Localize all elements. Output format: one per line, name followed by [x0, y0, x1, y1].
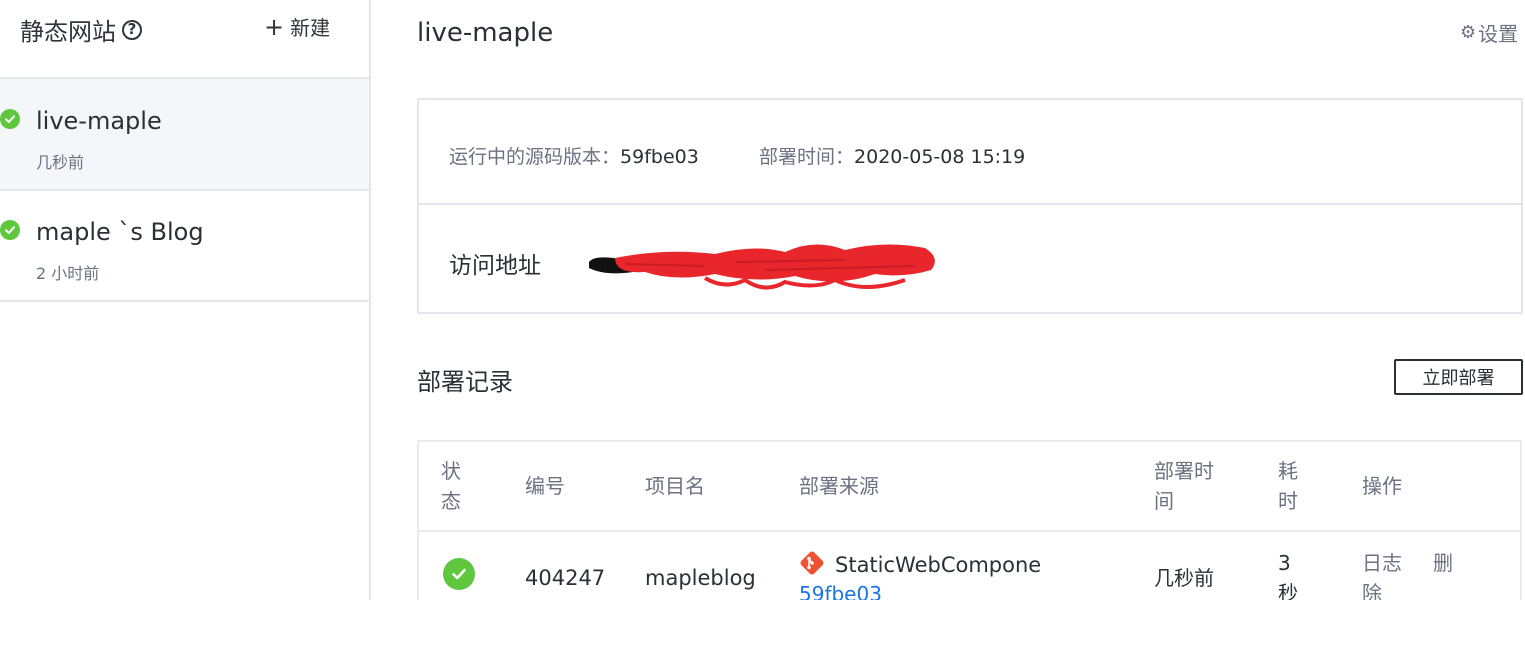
source-version-value: 59fbe03 [620, 146, 699, 168]
row-log-link[interactable]: 日志 [1362, 548, 1402, 578]
row-source-name: StaticWebCompone [835, 553, 1042, 577]
access-address-redacted [589, 244, 935, 290]
sidebar-title-text: 静态网站 [20, 18, 116, 46]
row-id: 404247 [525, 566, 606, 590]
site-time: 2 小时前 [36, 264, 100, 283]
deploy-time-value: 2020-05-08 15:19 [854, 146, 1026, 168]
header-id: 编号 [525, 474, 565, 498]
help-icon[interactable]: ? [122, 19, 142, 40]
sidebar-header: 静态网站 ? + 新建 [0, 0, 369, 79]
settings-button[interactable]: ⚙ 设置 [1460, 18, 1518, 47]
check-icon [0, 109, 20, 129]
site-info-panel: 运行中的源码版本：59fbe03 部署时间：2020-05-08 15:19 访… [417, 98, 1523, 314]
source-version-label: 运行中的源码版本： [449, 146, 621, 168]
gear-icon: ⚙ [1460, 22, 1477, 43]
sidebar-title: 静态网站 ? [20, 12, 142, 47]
header-time-line1: 部署时 [1154, 459, 1214, 483]
status-success-icon [443, 558, 475, 590]
row-duration-value: 3 [1278, 551, 1291, 575]
sidebar: 静态网站 ? + 新建 live-maple 几秒前 maple `s Blog… [0, 0, 371, 600]
row-delete-link[interactable]: 删 [1433, 548, 1453, 578]
header-status-line1: 状 [441, 459, 461, 483]
deploy-now-button[interactable]: 立即部署 [1394, 359, 1523, 395]
header-duration: 耗 时 [1278, 456, 1298, 516]
settings-label: 设置 [1478, 22, 1519, 46]
header-actions: 操作 [1362, 474, 1402, 498]
plus-icon: + [264, 12, 285, 41]
version-row: 运行中的源码版本：59fbe03 部署时间：2020-05-08 15:19 [419, 100, 1521, 205]
header-status: 状 态 [441, 456, 461, 516]
site-time: 几秒前 [36, 153, 85, 172]
source-version: 运行中的源码版本：59fbe03 [449, 142, 699, 169]
site-item-live-maple[interactable]: live-maple 几秒前 [0, 79, 369, 191]
site-item-maple-blog[interactable]: maple `s Blog 2 小时前 [0, 190, 369, 302]
header-source: 部署来源 [799, 474, 879, 498]
row-duration-unit: 秒 [1278, 581, 1298, 600]
page-title: live-maple [417, 18, 554, 48]
row-project: mapleblog [645, 566, 756, 590]
header-deploy-time: 部署时 间 [1154, 456, 1214, 516]
row-deploy-time: 几秒前 [1154, 566, 1214, 590]
deploy-time-info: 部署时间：2020-05-08 15:19 [759, 142, 1025, 169]
row-duration: 3 秒 [1278, 548, 1298, 600]
header-duration-line1: 耗 [1278, 459, 1298, 483]
deploy-history-title: 部署记录 [417, 368, 513, 396]
row-delete-link-cont[interactable]: 除 [1362, 578, 1382, 600]
site-name: maple `s Blog [36, 218, 204, 246]
header-status-line2: 态 [441, 489, 461, 513]
row-delete-line1: 删 [1433, 551, 1453, 575]
table-header: 状 态 编号 项目名 部署来源 部署时 间 耗 时 操作 [419, 442, 1520, 532]
row-delete-line2: 除 [1362, 581, 1382, 600]
access-address-label: 访问地址 [449, 253, 541, 279]
header-time-line2: 间 [1154, 489, 1174, 513]
row-commit-link[interactable]: 59fbe03 [799, 582, 882, 600]
new-site-label: 新建 [290, 16, 331, 40]
deploy-time-label: 部署时间： [759, 146, 855, 168]
new-site-button[interactable]: + 新建 [264, 12, 330, 41]
site-name: live-maple [36, 107, 162, 135]
header-project: 项目名 [645, 474, 705, 498]
header-duration-line2: 时 [1278, 489, 1298, 513]
git-icon [800, 551, 824, 575]
check-icon [0, 220, 20, 240]
deploy-table: 状 态 编号 项目名 部署来源 部署时 间 耗 时 操作 404247 mapl… [417, 440, 1522, 600]
